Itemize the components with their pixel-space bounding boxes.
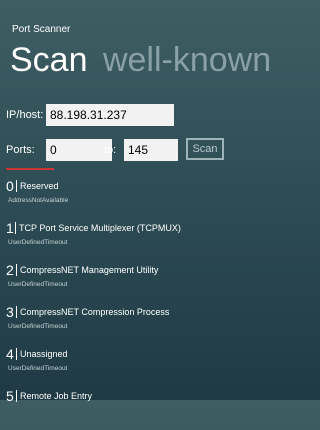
service-name: CompressNET Compression Process <box>20 307 170 317</box>
scan-status: UserDefinedTimeout <box>8 281 68 288</box>
ip-host-input[interactable] <box>46 104 174 126</box>
separator <box>16 348 17 360</box>
app-title: Port Scanner <box>12 24 71 35</box>
ip-host-label: IP/host: <box>6 109 44 121</box>
list-item[interactable]: 4 Unassigned UserDefinedTimeout <box>6 346 238 388</box>
scan-button[interactable]: Scan <box>186 138 224 160</box>
port-number: 5 <box>6 388 14 404</box>
list-item[interactable]: 3 CompressNET Compression Process UserDe… <box>6 304 238 346</box>
service-name: Unassigned <box>20 349 68 359</box>
port-number: 3 <box>6 304 14 320</box>
pivot-item-scan[interactable]: Scan <box>10 41 88 79</box>
scan-status: UserDefinedTimeout <box>8 239 68 246</box>
port-number: 4 <box>6 346 14 362</box>
separator <box>16 180 17 192</box>
scan-status: UserDefinedTimeout <box>8 365 68 372</box>
separator <box>15 222 16 234</box>
pivot-header: Scan well-known <box>10 40 271 80</box>
pivot-item-well-known[interactable]: well-known <box>103 41 271 79</box>
separator <box>16 390 17 402</box>
ports-from-input[interactable] <box>46 139 112 161</box>
separator <box>16 306 17 318</box>
port-number: 2 <box>6 262 14 278</box>
port-number: 0 <box>6 178 14 194</box>
service-name: TCP Port Service Multiplexer (TCPMUX) <box>19 223 181 233</box>
port-number: 1 <box>6 220 14 236</box>
ports-to-input[interactable] <box>124 139 178 161</box>
scan-status: AddressNotAvailable <box>8 197 69 204</box>
list-item[interactable]: 1 TCP Port Service Multiplexer (TCPMUX) … <box>6 220 238 262</box>
results-list[interactable]: 0 Reserved AddressNotAvailable 1 TCP Por… <box>6 178 238 430</box>
to-label: to: <box>104 144 117 156</box>
list-item[interactable]: 5 Remote Job Entry <box>6 388 238 430</box>
service-name: CompressNET Management Utility <box>20 265 159 275</box>
scan-status: UserDefinedTimeout <box>8 323 68 330</box>
list-item[interactable]: 2 CompressNET Management Utility UserDef… <box>6 262 238 304</box>
ports-label: Ports: <box>6 144 35 156</box>
service-name: Reserved <box>20 181 59 191</box>
scan-progress-bar <box>6 168 54 170</box>
separator <box>16 264 17 276</box>
list-item[interactable]: 0 Reserved AddressNotAvailable <box>6 178 238 220</box>
